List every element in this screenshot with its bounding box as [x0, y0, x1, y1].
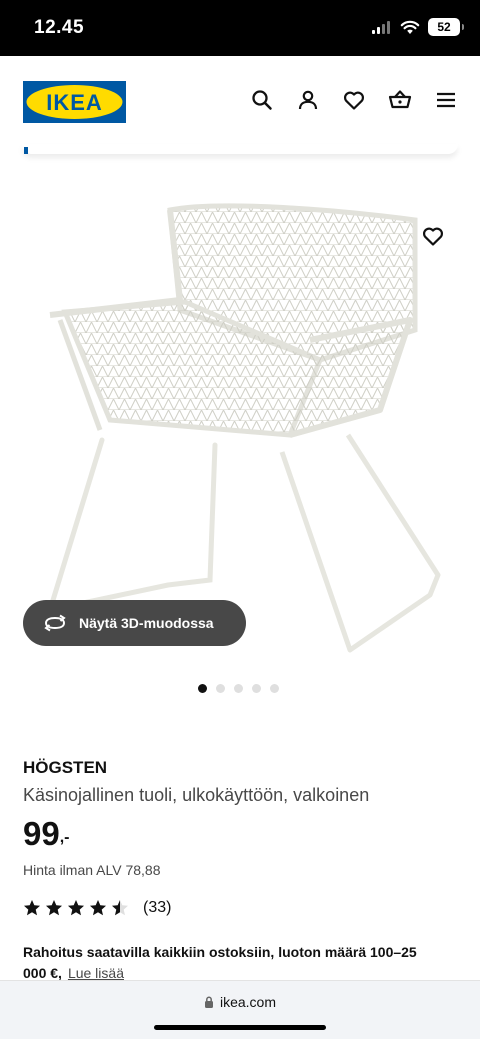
star-full-icon: [68, 900, 84, 916]
star-full-icon: [90, 900, 106, 916]
rating[interactable]: (33): [23, 899, 171, 917]
basket-icon[interactable]: [388, 88, 412, 112]
ikea-logo[interactable]: IKEA: [23, 81, 126, 123]
url-text: ikea.com: [219, 994, 277, 1010]
heart-icon[interactable]: [342, 88, 366, 112]
price-suffix: ,-: [59, 829, 70, 846]
menu-icon[interactable]: [434, 88, 458, 112]
review-count[interactable]: (33): [143, 899, 171, 917]
read-more-link[interactable]: Lue lisää: [68, 965, 124, 981]
pagination-dot[interactable]: [234, 684, 243, 693]
price-integer: 99: [23, 815, 60, 852]
view-3d-button[interactable]: Näytä 3D-muodossa: [23, 600, 246, 646]
browser-bottom-bar: ikea.com: [0, 980, 480, 1039]
wifi-icon: [400, 20, 420, 34]
price-without-vat: Hinta ilman ALV 78,88: [23, 862, 161, 878]
financing-info: Rahoitus saatavilla kaikkiin ostoksiin, …: [23, 942, 443, 984]
search-icon[interactable]: [250, 88, 274, 112]
pagination-dot[interactable]: [270, 684, 279, 693]
price: 99 ,-: [23, 815, 70, 853]
star-full-icon: [24, 900, 40, 916]
header-icons: [250, 88, 458, 112]
star-full-icon: [46, 900, 62, 916]
logo-text: IKEA: [46, 90, 103, 115]
pagination-dot[interactable]: [252, 684, 261, 693]
star-half-icon: [112, 900, 128, 916]
product-name[interactable]: HÖGSTEN: [23, 758, 107, 778]
home-indicator: [154, 1025, 326, 1030]
url-bar[interactable]: ikea.com: [0, 994, 480, 1010]
image-pagination[interactable]: [198, 684, 279, 693]
signal-icon: [372, 21, 390, 34]
rotate-3d-icon: [44, 614, 66, 632]
battery-indicator: 52: [428, 18, 464, 36]
view-3d-label: Näytä 3D-muodossa: [79, 615, 214, 631]
status-icons: 52: [372, 18, 464, 36]
product-description: Käsinojallinen tuoli, ulkokäyttöön, valk…: [23, 785, 370, 805]
pagination-dot[interactable]: [216, 684, 225, 693]
product-image[interactable]: [20, 190, 460, 670]
header-accent: [24, 147, 28, 154]
header-shadow: [22, 144, 458, 154]
heart-icon: [423, 227, 443, 246]
user-icon[interactable]: [296, 88, 320, 112]
status-bar: 12.45 52: [0, 0, 480, 56]
pagination-dot[interactable]: [198, 684, 207, 693]
lock-icon: [204, 996, 213, 1008]
favorite-button[interactable]: [413, 218, 453, 254]
status-time: 12.45: [34, 17, 85, 38]
